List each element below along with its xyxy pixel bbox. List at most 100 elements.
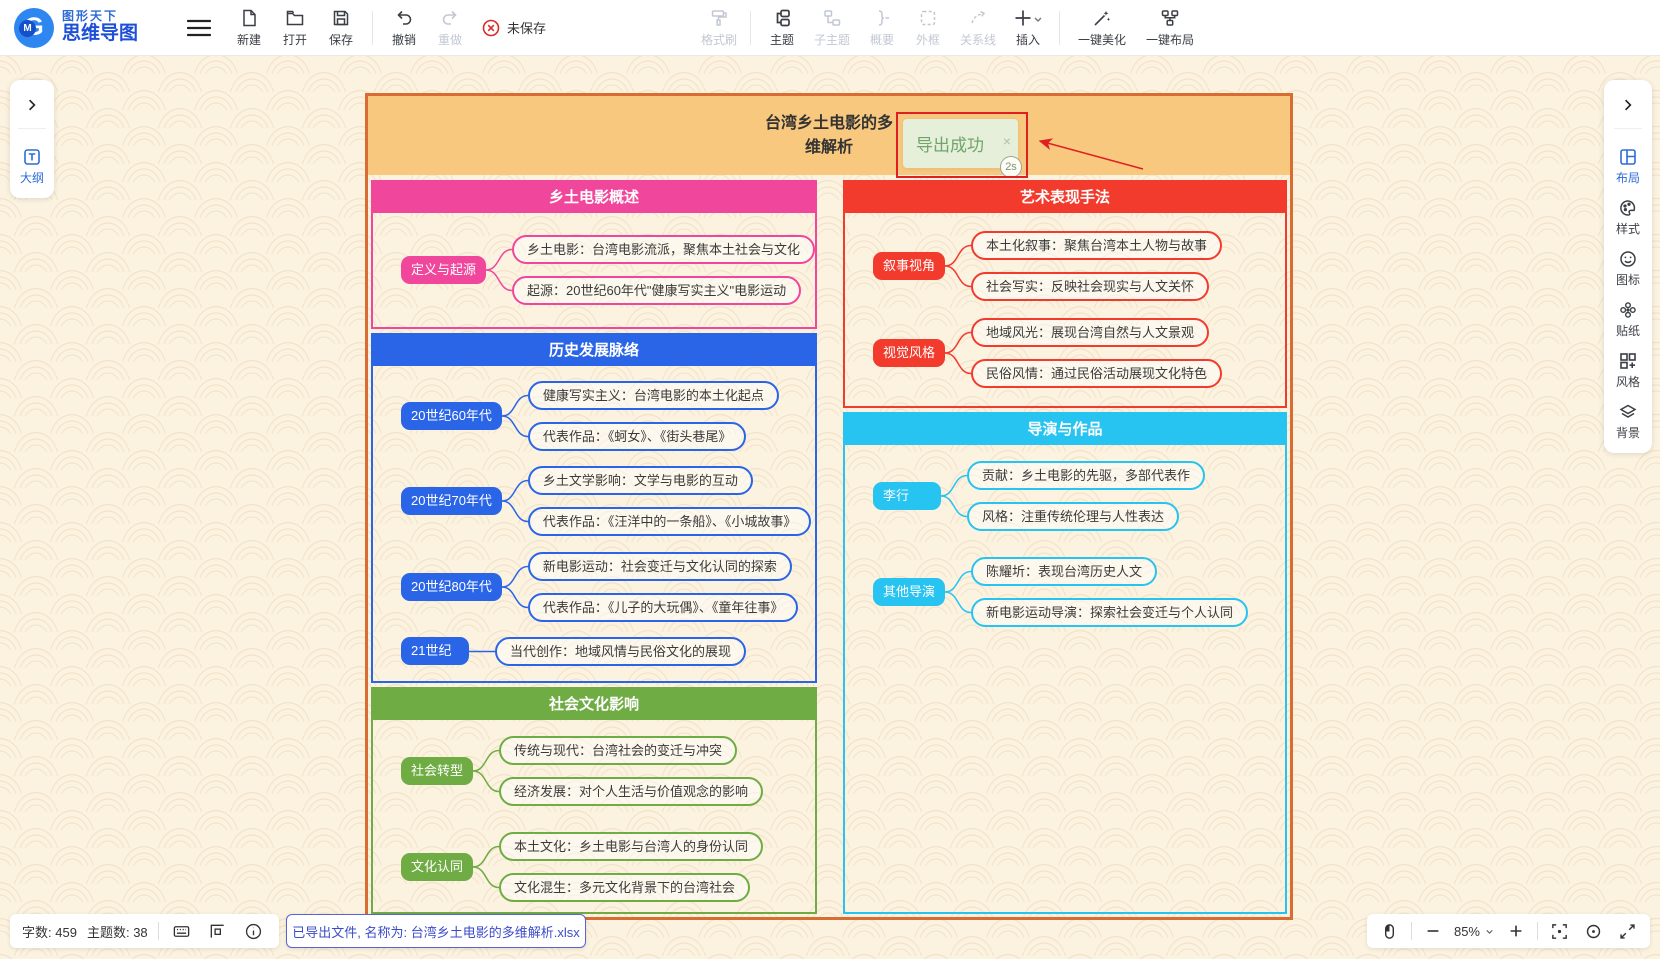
toast-message: 导出成功: [903, 131, 984, 156]
logo-m-icon: M: [19, 20, 36, 37]
export-success-toast: 导出成功 × 2s: [903, 119, 1018, 168]
open-button[interactable]: 打开: [272, 8, 318, 48]
panel-item-style[interactable]: 样式: [1616, 198, 1640, 237]
leaf-list: 传统与现代：台湾社会的变迁与冲突经济发展：对个人生活与价值观念的影响: [499, 736, 763, 806]
branch-title[interactable]: 历史发展脉络: [373, 335, 815, 366]
app-window: GM 图形天下 思维导图 新建 打开 保存 撤销 重做: [0, 0, 1660, 959]
new-button[interactable]: 新建: [226, 8, 272, 48]
locate-center-button[interactable]: [1580, 918, 1606, 944]
topic-node[interactable]: 21世纪: [401, 637, 469, 665]
panel-item-background[interactable]: 背景: [1616, 402, 1640, 441]
panel-item-icon[interactable]: 图标: [1616, 249, 1640, 288]
toast-close-icon[interactable]: ×: [1003, 134, 1011, 148]
leaf-list: 当代创作：地域风情与民俗文化的展现: [495, 637, 746, 666]
outline-button[interactable]: 大纲: [20, 147, 44, 186]
topic-node[interactable]: 文化认同: [401, 853, 473, 881]
leaf-node[interactable]: 乡土电影：台湾电影流派，聚焦本土社会与文化: [512, 235, 815, 264]
word-count-value: 459: [55, 925, 77, 940]
topic-node[interactable]: 20世纪60年代: [401, 402, 502, 430]
topic-node[interactable]: 定义与起源: [401, 256, 486, 284]
fullscreen-icon: [1618, 922, 1637, 941]
leaf-list: 贡献：乡土电影的先驱，多部代表作风格：注重传统伦理与人性表达: [967, 461, 1205, 531]
leaf-node[interactable]: 文化混生：多元文化背景下的台湾社会: [499, 873, 750, 902]
leaf-node[interactable]: 代表作品：《儿子的大玩偶》、《童年往事》: [528, 593, 799, 622]
leaf-node[interactable]: 乡土文学影响：文学与电影的互动: [528, 466, 753, 495]
connector-lines: [502, 552, 528, 622]
word-count-label: 字数:: [22, 925, 52, 940]
menu-button[interactable]: [182, 11, 216, 45]
zoom-level-select[interactable]: 85%: [1454, 924, 1495, 939]
info-icon: [244, 922, 263, 941]
branch-society: 社会文化影响社会转型传统与现代：台湾社会的变迁与冲突经济发展：对个人生活与价值观…: [371, 687, 817, 914]
save-button[interactable]: 保存: [318, 8, 364, 48]
connector-lines: [473, 832, 499, 902]
fit-view-button[interactable]: [1546, 918, 1572, 944]
info-button[interactable]: [241, 918, 267, 944]
zoom-out-button[interactable]: [1420, 918, 1446, 944]
leaf-node[interactable]: 社会写实：反映社会现实与人文关怀: [971, 272, 1209, 301]
redo-button[interactable]: 重做: [427, 8, 473, 48]
leaf-node[interactable]: 代表作品：《蚵女》、《街头巷尾》: [528, 422, 747, 451]
beautify-button[interactable]: 一键美化: [1068, 8, 1136, 48]
leaf-node[interactable]: 健康写实主义：台湾电影的本土化起点: [528, 381, 779, 410]
outer-frame-button[interactable]: 外框: [905, 8, 951, 48]
smiley-icon: [1618, 249, 1638, 269]
leaf-node[interactable]: 经济发展：对个人生活与价值观念的影响: [499, 777, 763, 806]
leaf-node[interactable]: 民俗风情：通过民俗活动展现文化特色: [971, 359, 1222, 388]
panel-item-theme[interactable]: 风格: [1616, 351, 1640, 390]
leaf-list: 陈耀圻：表现台湾历史人文新电影运动导演：探索社会变迁与个人认同: [971, 557, 1248, 627]
topic-node[interactable]: 叙事视角: [873, 252, 945, 280]
topic-node[interactable]: 20世纪80年代: [401, 573, 502, 601]
relation-line-button[interactable]: 关系线: [951, 8, 1005, 48]
leaf-node[interactable]: 陈耀圻：表现台湾历史人文: [971, 557, 1157, 586]
panel-item-sticker[interactable]: 贴纸: [1616, 300, 1640, 339]
summary-button[interactable]: 概要: [859, 8, 905, 48]
branch-title[interactable]: 导演与作品: [845, 414, 1285, 445]
zoom-in-button[interactable]: [1503, 918, 1529, 944]
undo-button[interactable]: 撤销: [381, 8, 427, 48]
leaf-node[interactable]: 新电影运动导演：探索社会变迁与个人认同: [971, 598, 1248, 627]
layout-graph-icon: [1160, 8, 1180, 28]
branch-title[interactable]: 社会文化影响: [373, 689, 815, 720]
format-painter-button[interactable]: 格式刷: [696, 8, 742, 48]
magic-wand-icon: [1092, 8, 1112, 28]
leaf-node[interactable]: 贡献：乡土电影的先驱，多部代表作: [967, 461, 1205, 490]
leaf-node[interactable]: 本土文化：乡土电影与台湾人的身份认同: [499, 832, 763, 861]
topic-button[interactable]: 主题: [759, 8, 805, 48]
layout-icon: [1618, 147, 1638, 167]
guide-button[interactable]: [205, 918, 231, 944]
topic-group: 文化认同本土文化：乡土电影与台湾人的身份认同文化混生：多元文化背景下的台湾社会: [373, 832, 815, 902]
topic-node[interactable]: 社会转型: [401, 757, 473, 785]
leaf-node[interactable]: 代表作品：《汪洋中的一条船》、《小城故事》: [528, 507, 812, 536]
leaf-node[interactable]: 起源：20世纪60年代"健康写实主义"电影运动: [512, 276, 801, 305]
left-panel-expand-button[interactable]: [17, 88, 47, 122]
leaf-node[interactable]: 新电影运动：社会变迁与文化认同的探索: [528, 552, 792, 581]
leaf-node[interactable]: 地域风光：展现台湾自然与人文景观: [971, 318, 1209, 347]
auto-layout-button[interactable]: 一键布局: [1136, 8, 1204, 48]
app-logo: GM 图形天下 思维导图: [14, 8, 182, 48]
insert-button[interactable]: 插入: [1005, 8, 1051, 48]
leaf-node[interactable]: 风格：注重传统伦理与人性表达: [967, 502, 1179, 531]
topic-node[interactable]: 20世纪70年代: [401, 487, 502, 515]
root-node[interactable]: 台湾乡土电影的多维解析: [368, 96, 1290, 175]
subtopic-button[interactable]: 子主题: [805, 8, 859, 48]
mouse-icon: [1380, 922, 1399, 941]
leaf-node[interactable]: 本土化叙事：聚焦台湾本土人物与故事: [971, 231, 1222, 260]
fullscreen-button[interactable]: [1614, 918, 1640, 944]
branch-title[interactable]: 乡土电影概述: [373, 182, 815, 213]
topic-node[interactable]: 其他导演: [873, 578, 945, 606]
branch-title[interactable]: 艺术表现手法: [845, 182, 1285, 213]
right-panel-expand-button[interactable]: [1613, 88, 1643, 122]
leaf-node[interactable]: 当代创作：地域风情与民俗文化的展现: [495, 637, 746, 666]
leaf-node[interactable]: 传统与现代：台湾社会的变迁与冲突: [499, 736, 737, 765]
topic-node[interactable]: 李行: [873, 482, 941, 510]
layers-icon: [1618, 402, 1638, 422]
shortcut-keys-button[interactable]: [169, 918, 195, 944]
mindmap-canvas[interactable]: 台湾乡土电影的多维解析 乡土电影概述定义与起源乡土电影：台湾电影流派，聚焦本土社…: [0, 56, 1660, 959]
topic-node[interactable]: 视觉风格: [873, 339, 945, 367]
export-notification: 已导出文件, 名称为: 台湾乡土电影的多维解析.xlsx: [286, 914, 586, 948]
mouse-mode-button[interactable]: [1377, 918, 1403, 944]
connector-lines: [469, 637, 495, 666]
leaf-list: 乡土文学影响：文学与电影的互动代表作品：《汪洋中的一条船》、《小城故事》: [528, 466, 812, 536]
panel-item-layout[interactable]: 布局: [1616, 147, 1640, 186]
